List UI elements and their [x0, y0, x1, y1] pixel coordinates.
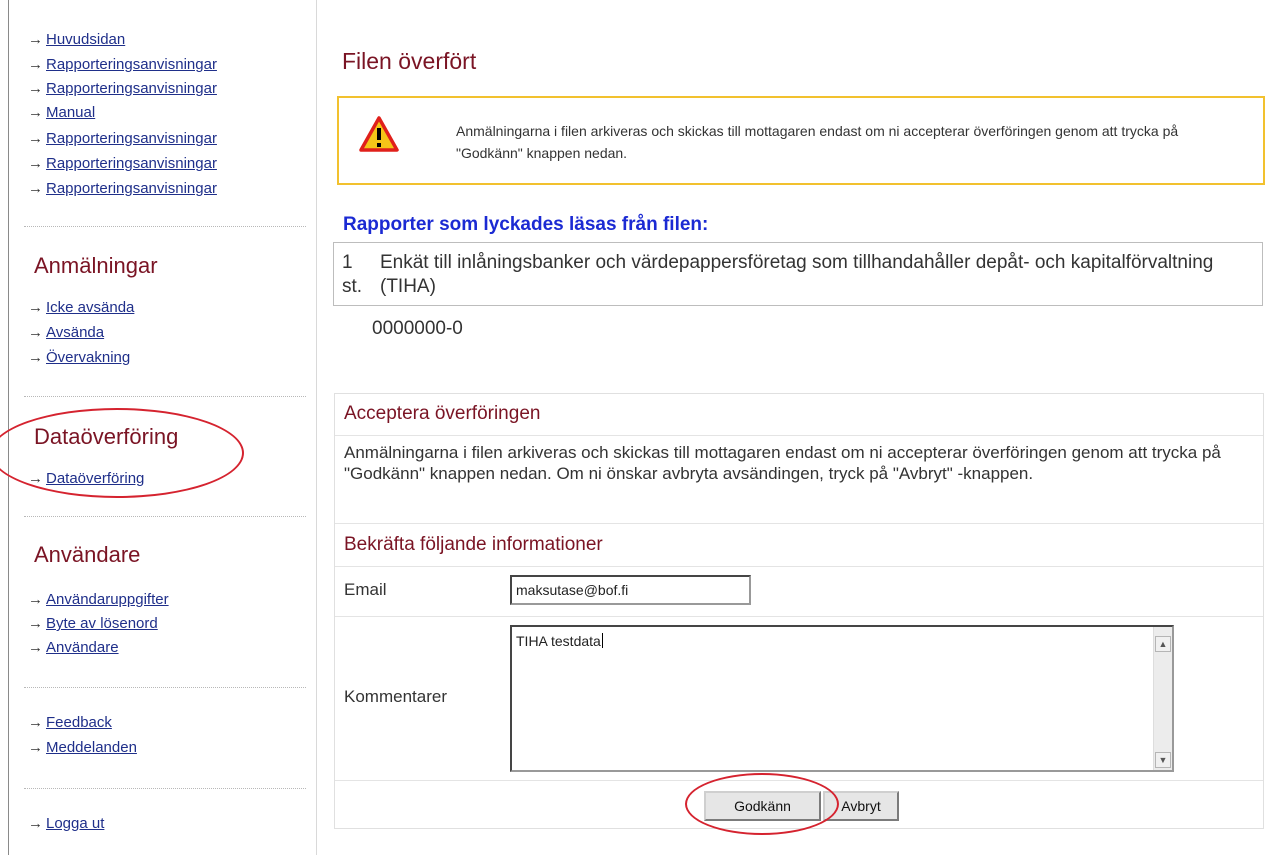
- warning-text: Anmälningarna i filen arkiveras och skic…: [456, 123, 1179, 161]
- reports-heading: Rapporter som lyckades läsas från filen:: [343, 214, 709, 235]
- sidebar-divider: [24, 516, 306, 517]
- row-divider: [335, 566, 1263, 567]
- comments-textarea[interactable]: TIHA testdata ▲ ▼: [510, 625, 1174, 772]
- report-description: Enkät till inlåningsbanker och värdepapp…: [380, 252, 1214, 297]
- accept-title: Acceptera överföringen: [344, 403, 541, 424]
- arrow-right-icon: →: [28, 299, 43, 316]
- sidebar-link-rapporteringsanvisningar-1[interactable]: → Rapporteringsanvisningar: [28, 56, 217, 74]
- sidebar-link-label[interactable]: Icke avsända: [46, 299, 134, 316]
- sidebar-link-rapporteringsanvisningar-4[interactable]: → Rapporteringsanvisningar: [28, 155, 217, 173]
- arrow-right-icon: →: [28, 155, 43, 172]
- arrow-right-icon: →: [28, 615, 43, 632]
- arrow-right-icon: →: [28, 349, 43, 366]
- sidebar-link-label[interactable]: Manual: [46, 104, 95, 121]
- sidebar-link-rapporteringsanvisningar-5[interactable]: → Rapporteringsanvisningar: [28, 180, 217, 198]
- arrow-right-icon: →: [28, 80, 43, 97]
- comments-text: TIHA testdata: [516, 633, 603, 649]
- sidebar-link-huvudsidan[interactable]: → Huvudsidan: [28, 31, 125, 49]
- comments-scrollbar[interactable]: ▲ ▼: [1153, 627, 1172, 770]
- sidebar-link-label[interactable]: Rapporteringsanvisningar: [46, 130, 217, 147]
- scroll-up-arrow-icon[interactable]: ▲: [1155, 636, 1171, 652]
- sidebar-link-icke-avsanda[interactable]: → Icke avsända: [28, 299, 134, 317]
- sidebar-link-meddelanden[interactable]: → Meddelanden: [28, 739, 137, 757]
- sidebar-link-manual[interactable]: → Manual: [28, 104, 95, 122]
- sidebar-link-rapporteringsanvisningar-2[interactable]: → Rapporteringsanvisningar: [28, 80, 217, 98]
- sidebar-link-label[interactable]: Meddelanden: [46, 739, 137, 756]
- arrow-right-icon: →: [28, 180, 43, 197]
- sidebar-link-label[interactable]: Feedback: [46, 714, 112, 731]
- sidebar-link-label[interactable]: Rapporteringsanvisningar: [46, 155, 217, 172]
- arrow-right-icon: →: [28, 739, 43, 756]
- sidebar-link-rapporteringsanvisningar-3[interactable]: → Rapporteringsanvisningar: [28, 130, 217, 148]
- sidebar-link-label[interactable]: Användaruppgifter: [46, 591, 169, 608]
- arrow-right-icon: →: [28, 714, 43, 731]
- sidebar-link-logga-ut[interactable]: → Logga ut: [28, 815, 104, 833]
- sidebar-link-label[interactable]: Logga ut: [46, 815, 104, 832]
- sidebar-link-anvandaruppgifter[interactable]: → Användaruppgifter: [28, 591, 169, 609]
- arrow-right-icon: →: [28, 324, 43, 341]
- comments-value: TIHA testdata: [516, 633, 601, 649]
- arrow-right-icon: →: [28, 815, 43, 832]
- sidebar-divider: [24, 226, 306, 227]
- confirm-title: Bekräfta följande informationer: [344, 534, 603, 555]
- row-divider: [335, 523, 1263, 524]
- sidebar: → Huvudsidan → Rapporteringsanvisningar → R…: [0, 0, 317, 855]
- arrow-right-icon: →: [28, 104, 43, 121]
- sidebar-divider: [24, 788, 306, 789]
- sidebar-link-label[interactable]: Rapporteringsanvisningar: [46, 180, 217, 197]
- arrow-right-icon: →: [28, 591, 43, 608]
- page-title: Filen överfört: [342, 48, 477, 74]
- row-divider: [335, 435, 1263, 436]
- sidebar-link-anvandare[interactable]: → Användare: [28, 639, 119, 657]
- warning-triangle-icon: [359, 116, 399, 152]
- warning-box: Anmälningarna i filen arkiveras och skic…: [337, 96, 1265, 185]
- sidebar-link-label[interactable]: Avsända: [46, 324, 104, 341]
- email-field[interactable]: [510, 575, 751, 605]
- sidebar-link-label[interactable]: Rapporteringsanvisningar: [46, 56, 217, 73]
- accept-panel: Acceptera överföringen Anmälningarna i f…: [334, 393, 1264, 829]
- sidebar-link-label[interactable]: Rapporteringsanvisningar: [46, 80, 217, 97]
- sidebar-divider: [24, 396, 306, 397]
- sidebar-divider: [24, 687, 306, 688]
- email-label: Email: [344, 580, 387, 599]
- arrow-right-icon: →: [28, 56, 43, 73]
- row-divider: [335, 616, 1263, 617]
- sidebar-heading-anmalningar: Anmälningar: [34, 253, 158, 278]
- sidebar-link-label[interactable]: Övervakning: [46, 349, 130, 366]
- comments-label: Kommentarer: [344, 687, 447, 706]
- sidebar-link-byte-av-losenord[interactable]: → Byte av lösenord: [28, 615, 158, 633]
- sidebar-link-label[interactable]: Huvudsidan: [46, 31, 125, 48]
- accept-description: Anmälningarna i filen arkiveras och skic…: [344, 443, 1221, 483]
- sidebar-link-avsanda[interactable]: → Avsända: [28, 324, 104, 342]
- arrow-right-icon: →: [28, 31, 43, 48]
- report-row: 1 st. Enkät till inlåningsbanker och vär…: [333, 242, 1263, 306]
- arrow-right-icon: →: [28, 130, 43, 147]
- scroll-down-arrow-icon[interactable]: ▼: [1155, 752, 1171, 768]
- report-id: 0000000-0: [372, 318, 463, 339]
- report-count: 1 st.: [342, 252, 363, 297]
- sidebar-heading-anvandare: Användare: [34, 542, 141, 567]
- sidebar-link-overvakning[interactable]: → Övervakning: [28, 349, 130, 367]
- sidebar-link-label[interactable]: Användare: [46, 639, 119, 656]
- annotation-ellipse-approve: [685, 773, 839, 835]
- arrow-right-icon: →: [28, 639, 43, 656]
- sidebar-link-feedback[interactable]: → Feedback: [28, 714, 112, 732]
- sidebar-link-label[interactable]: Byte av lösenord: [46, 615, 158, 632]
- annotation-ellipse-dataoverforing: [0, 408, 244, 498]
- text-caret: [601, 633, 603, 648]
